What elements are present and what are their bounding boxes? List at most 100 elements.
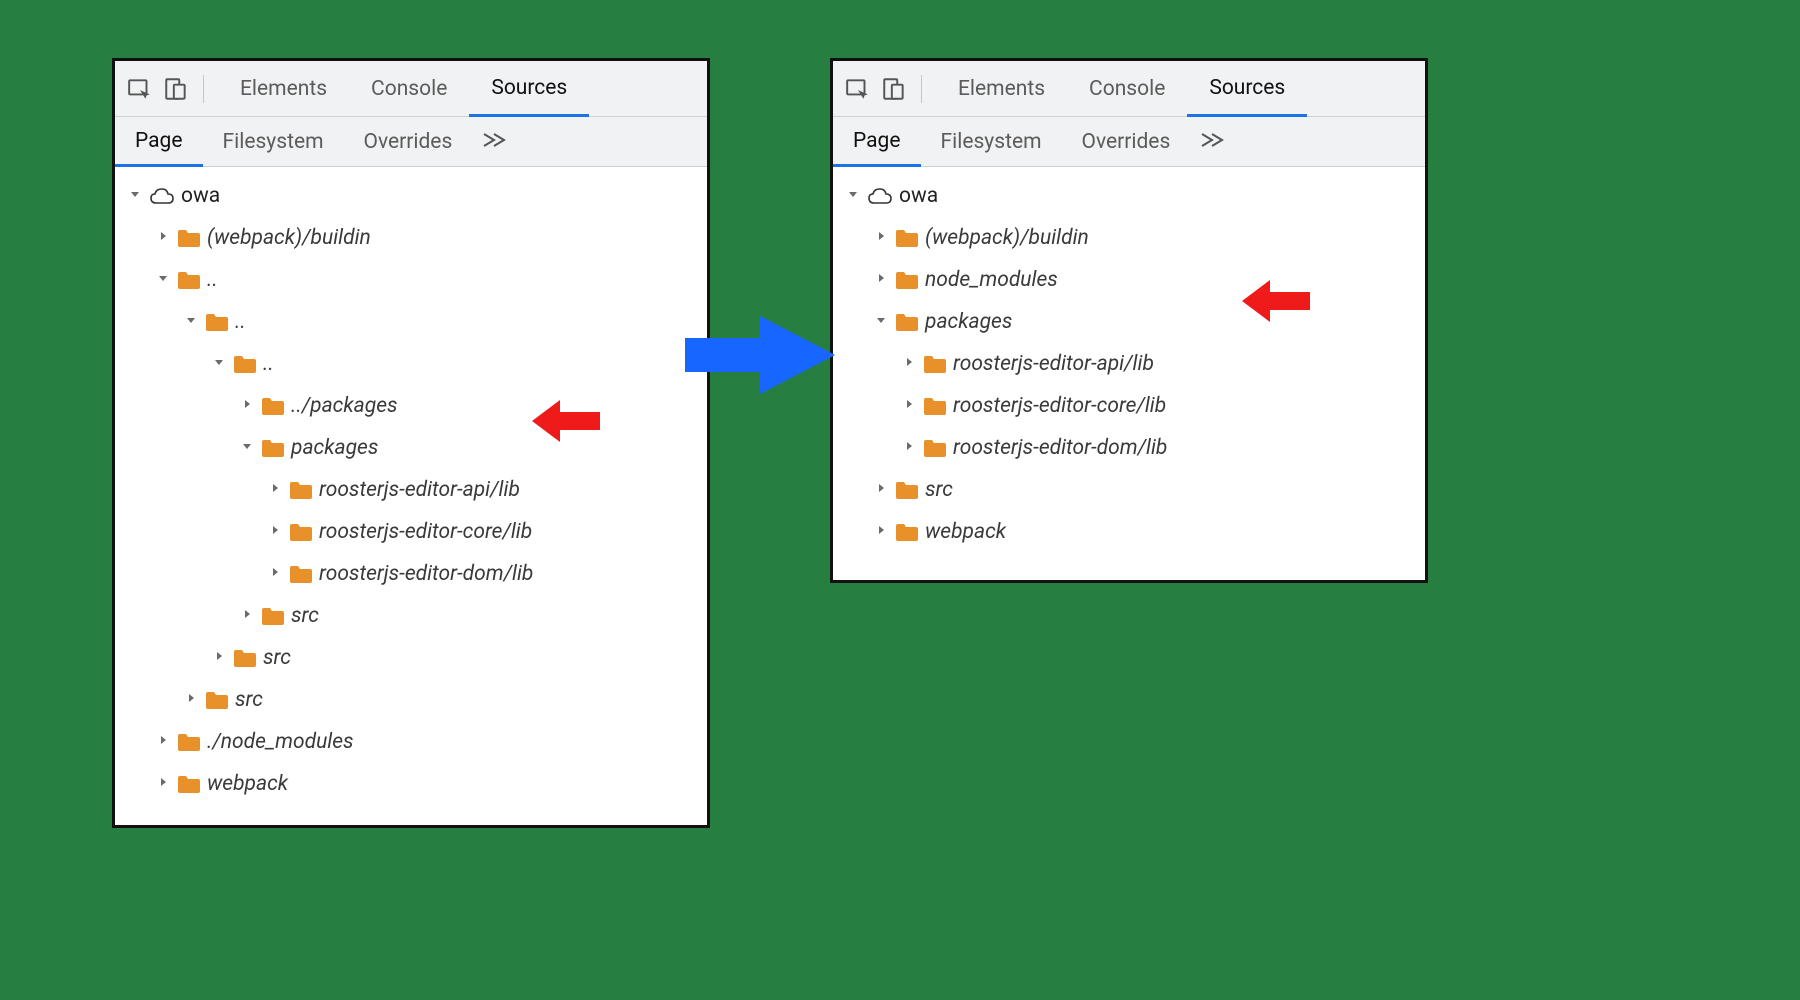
folder-icon [923,396,947,416]
chevron-right-icon[interactable] [875,230,891,246]
tab-elements[interactable]: Elements [218,61,349,116]
subtab-page[interactable]: Page [833,118,921,167]
folder-icon [895,312,919,332]
chevron-down-icon[interactable] [157,272,173,288]
chevron-right-icon[interactable] [903,440,919,456]
subtab-filesystem[interactable]: Filesystem [921,117,1062,166]
subtab-overrides[interactable]: Overrides [344,117,473,166]
tree-folder[interactable]: src [833,469,1425,511]
device-toolbar-icon[interactable] [163,76,189,102]
tab-label: Console [1089,77,1165,101]
tree-folder[interactable]: roosterjs-editor-core/lib [115,511,707,553]
tree-folder[interactable]: roosterjs-editor-dom/lib [115,553,707,595]
chevron-right-icon[interactable] [157,776,173,792]
tree-item-label: src [925,478,953,502]
chevron-right-icon[interactable] [903,398,919,414]
folder-icon [177,270,201,290]
tab-label: Console [371,77,447,101]
subtab-overrides[interactable]: Overrides [1062,117,1191,166]
chevron-right-icon[interactable] [241,398,257,414]
chevron-right-icon[interactable] [241,608,257,624]
chevron-right-icon[interactable] [875,272,891,288]
more-tabs-icon[interactable] [472,130,516,154]
tree-folder[interactable]: .. [115,343,707,385]
subtab-label: Overrides [1082,130,1171,154]
tree-folder[interactable]: roosterjs-editor-dom/lib [833,427,1425,469]
chevron-down-icon[interactable] [241,440,257,456]
tree-root[interactable]: owa [833,175,1425,217]
more-tabs-icon[interactable] [1190,130,1234,154]
tree-folder[interactable]: (webpack)/buildin [115,217,707,259]
folder-icon [261,606,285,626]
tree-folder[interactable]: roosterjs-editor-core/lib [833,385,1425,427]
chevron-right-icon[interactable] [157,734,173,750]
tree-item-label: roosterjs-editor-api/lib [953,352,1154,376]
folder-icon [289,522,313,542]
device-toolbar-icon[interactable] [881,76,907,102]
chevron-down-icon[interactable] [875,314,891,330]
folder-icon [895,480,919,500]
tree-folder[interactable]: roosterjs-editor-api/lib [115,469,707,511]
tree-item-label: src [263,646,291,670]
tree-folder[interactable]: ../packages [115,385,707,427]
tree-folder[interactable]: ./node_modules [115,721,707,763]
tab-sources[interactable]: Sources [469,62,589,117]
tab-console[interactable]: Console [1067,61,1187,116]
tab-console[interactable]: Console [349,61,469,116]
tab-sources[interactable]: Sources [1187,62,1307,117]
chevron-right-icon[interactable] [269,524,285,540]
element-picker-icon[interactable] [845,76,871,102]
folder-icon [177,774,201,794]
chevron-right-icon[interactable] [157,230,173,246]
cloud-icon [149,186,175,206]
tree-folder[interactable]: packages [115,427,707,469]
sources-subtabs: Page Filesystem Overrides [833,117,1425,167]
divider [921,75,922,103]
tree-folder[interactable]: src [115,679,707,721]
divider [203,75,204,103]
tree-folder[interactable]: src [115,637,707,679]
tree-root[interactable]: owa [115,175,707,217]
tree-item-label: roosterjs-editor-dom/lib [319,562,533,586]
chevron-right-icon[interactable] [269,566,285,582]
tree-folder[interactable]: .. [115,301,707,343]
tree-item-label: roosterjs-editor-core/lib [953,394,1166,418]
chevron-right-icon[interactable] [875,524,891,540]
tree-folder[interactable]: webpack [115,763,707,805]
tab-elements[interactable]: Elements [936,61,1067,116]
element-picker-icon[interactable] [127,76,153,102]
tree-folder[interactable]: roosterjs-editor-api/lib [833,343,1425,385]
tree-folder[interactable]: .. [115,259,707,301]
folder-icon [895,270,919,290]
chevron-down-icon[interactable] [185,314,201,330]
folder-icon [205,690,229,710]
devtools-top-tabs: Elements Console Sources [115,61,707,117]
folder-icon [205,312,229,332]
tab-label: Sources [1209,76,1285,100]
subtab-page[interactable]: Page [115,118,203,167]
chevron-down-icon[interactable] [847,188,863,204]
chevron-right-icon[interactable] [875,482,891,498]
subtab-label: Page [853,129,901,153]
chevron-right-icon[interactable] [185,692,201,708]
tree-item-label: .. [263,352,274,376]
tree-item-label: webpack [925,520,1006,544]
chevron-right-icon[interactable] [213,650,229,666]
folder-icon [261,396,285,416]
chevron-down-icon[interactable] [213,356,229,372]
tree-item-label: roosterjs-editor-api/lib [319,478,520,502]
tree-item-label: node_modules [925,268,1058,292]
tree-folder[interactable]: src [115,595,707,637]
chevron-right-icon[interactable] [903,356,919,372]
subtab-filesystem[interactable]: Filesystem [203,117,344,166]
tree-folder[interactable]: packages [833,301,1425,343]
chevron-down-icon[interactable] [129,188,145,204]
chevron-right-icon[interactable] [269,482,285,498]
tree-item-label: owa [181,184,220,208]
folder-icon [177,228,201,248]
tree-folder[interactable]: node_modules [833,259,1425,301]
folder-icon [289,480,313,500]
tree-folder[interactable]: webpack [833,511,1425,553]
arrow-left-icon [1240,278,1310,324]
tree-folder[interactable]: (webpack)/buildin [833,217,1425,259]
